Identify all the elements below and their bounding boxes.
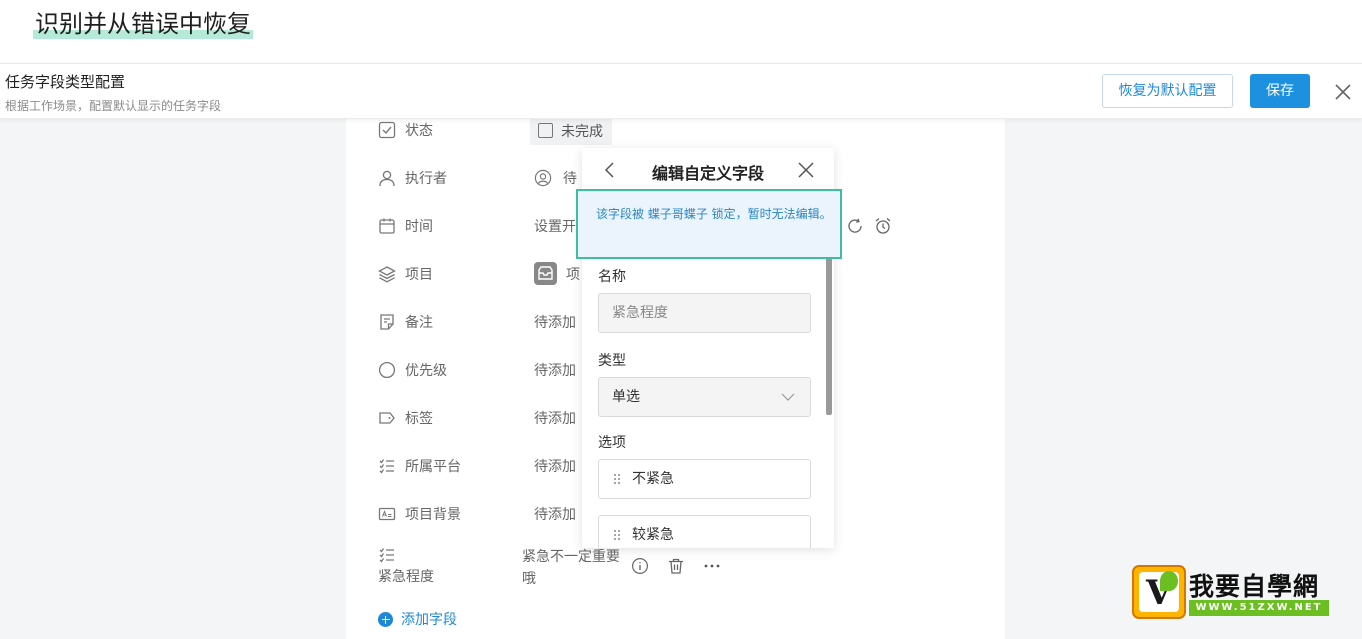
project-inbox-icon bbox=[534, 262, 557, 285]
type-label: 类型 bbox=[598, 353, 626, 369]
list-icon bbox=[379, 459, 394, 474]
field-label: 执行者 bbox=[405, 171, 447, 187]
project-value[interactable]: 项 bbox=[566, 264, 580, 284]
note-icon bbox=[380, 314, 394, 330]
field-label: 所属平台 bbox=[405, 459, 461, 475]
checkbox-icon bbox=[378, 121, 396, 139]
plus-icon bbox=[378, 612, 393, 627]
status-checkbox[interactable] bbox=[538, 123, 553, 138]
circle-icon bbox=[378, 361, 396, 379]
page-heading: 识别并从错误中恢复 bbox=[33, 4, 253, 39]
field-label: 项目背景 bbox=[405, 507, 461, 523]
time-value[interactable]: 设置开 bbox=[534, 216, 576, 236]
urgency-label: 紧急程度 bbox=[378, 569, 434, 585]
reset-default-button[interactable]: 恢复为默认配置 bbox=[1102, 74, 1233, 108]
field-label: 状态 bbox=[405, 123, 433, 139]
popup-scrollbar[interactable] bbox=[826, 254, 832, 415]
option-item[interactable]: 不紧急 bbox=[598, 459, 811, 499]
drag-handle-icon[interactable] bbox=[613, 529, 621, 541]
header-title: 任务字段类型配置 bbox=[5, 73, 126, 91]
lock-notice: 该字段被 蝶子哥蝶子 锁定，暂时无法编辑。 bbox=[576, 189, 842, 259]
type-value: 单选 bbox=[612, 389, 640, 405]
header-subtitle: 根据工作场景，配置默认显示的任务字段 bbox=[5, 99, 222, 113]
logo-url: WWW.51ZXW.NET bbox=[1189, 600, 1329, 616]
calendar-icon bbox=[379, 218, 395, 234]
priority-value[interactable]: 待添加 bbox=[534, 360, 576, 380]
tag-value[interactable]: 待添加 bbox=[534, 408, 576, 428]
assignee-value[interactable]: 待 bbox=[563, 168, 577, 188]
name-input[interactable]: 紧急程度 bbox=[598, 293, 811, 333]
leaf-icon bbox=[1160, 571, 1178, 591]
chevron-down-icon bbox=[781, 393, 795, 401]
drag-handle-icon[interactable] bbox=[613, 473, 621, 485]
more-icon[interactable] bbox=[703, 557, 721, 575]
site-logo: V 我要自學網 WWW.51ZXW.NET bbox=[1132, 565, 1330, 619]
add-field-label: 添加字段 bbox=[401, 612, 457, 628]
platform-value[interactable]: 待添加 bbox=[534, 456, 576, 476]
list-icon bbox=[379, 548, 394, 563]
field-label: 标签 bbox=[405, 411, 433, 427]
status-value[interactable]: 未完成 bbox=[530, 117, 612, 145]
field-label: 备注 bbox=[405, 315, 433, 331]
text-icon bbox=[378, 507, 396, 521]
close-icon[interactable] bbox=[1333, 82, 1353, 102]
avatar-icon bbox=[534, 169, 552, 187]
user-icon bbox=[379, 170, 395, 187]
background-value[interactable]: 待添加 bbox=[534, 504, 576, 524]
option-item[interactable]: 较紧急 bbox=[598, 515, 811, 548]
field-label: 优先级 bbox=[405, 363, 447, 379]
layers-icon bbox=[378, 266, 396, 283]
logo-text: 我要自學網 bbox=[1189, 572, 1320, 601]
alarm-icon[interactable] bbox=[874, 217, 892, 235]
info-icon[interactable] bbox=[631, 557, 649, 575]
options-label: 选项 bbox=[598, 435, 626, 451]
repeat-icon[interactable] bbox=[846, 217, 864, 235]
name-label: 名称 bbox=[598, 269, 626, 285]
status-text: 未完成 bbox=[561, 124, 603, 140]
option-text: 较紧急 bbox=[632, 527, 674, 543]
save-button[interactable]: 保存 bbox=[1250, 74, 1310, 108]
option-text: 不紧急 bbox=[632, 471, 674, 487]
field-label: 项目 bbox=[405, 267, 433, 283]
trash-icon[interactable] bbox=[667, 557, 685, 575]
note-value[interactable]: 待添加 bbox=[534, 312, 576, 332]
close-icon[interactable] bbox=[797, 161, 815, 179]
urgency-value[interactable]: 紧急不一定重要哦 bbox=[522, 546, 626, 590]
tag-icon bbox=[379, 412, 395, 424]
field-label: 时间 bbox=[405, 219, 433, 235]
config-header: 任务字段类型配置 根据工作场景，配置默认显示的任务字段 恢复为默认配置 保存 bbox=[0, 63, 1362, 119]
type-select[interactable]: 单选 bbox=[598, 377, 811, 417]
